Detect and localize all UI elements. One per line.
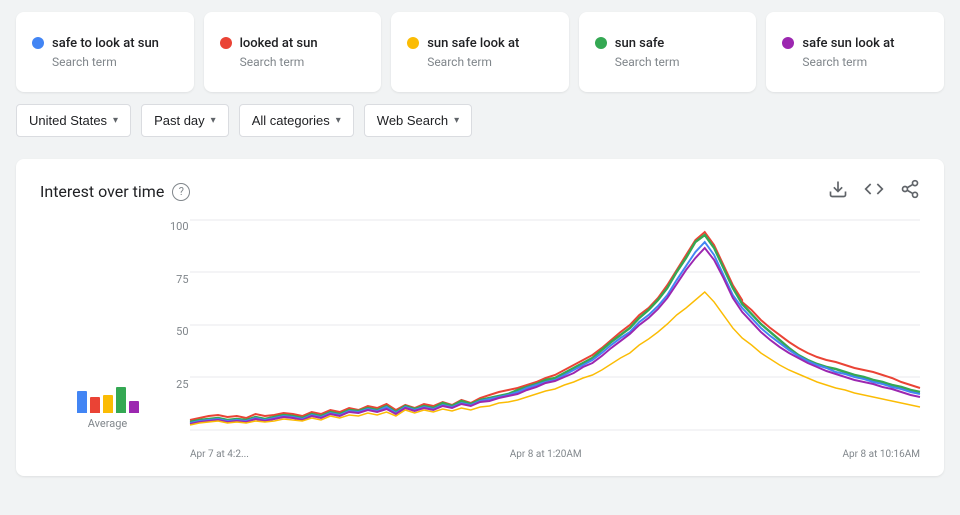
x-label-2: Apr 8 at 1:20AM — [510, 449, 582, 460]
term-subtitle-2: Search term — [220, 55, 366, 69]
avg-bars — [77, 383, 139, 413]
filter-btn-time[interactable]: Past day ▾ — [141, 104, 229, 137]
term-dot-2 — [220, 37, 232, 49]
chart-container: 100 75 50 25 Average — [40, 220, 920, 460]
avg-bar-2 — [90, 397, 100, 413]
chart-title-row: Interest over time ? — [40, 182, 190, 201]
y-label-25: 25 — [176, 378, 188, 391]
term-subtitle-3: Search term — [407, 55, 553, 69]
term-name-1: safe to look at sun — [52, 36, 159, 51]
term-card-2[interactable]: looked at sun Search term — [204, 12, 382, 92]
chart-title: Interest over time — [40, 182, 164, 201]
chart-svg — [190, 220, 920, 430]
line-red — [190, 232, 920, 420]
term-dot-1 — [32, 37, 44, 49]
term-card-1[interactable]: safe to look at sun Search term — [16, 12, 194, 92]
chart-actions — [828, 179, 920, 204]
line-purple — [190, 248, 920, 424]
term-name-2: looked at sun — [240, 36, 318, 51]
avg-bar-3 — [103, 395, 113, 413]
term-name-row-1: safe to look at sun — [32, 36, 178, 51]
x-label-3: Apr 8 at 10:16AM — [843, 449, 920, 460]
line-green — [190, 235, 920, 422]
chevron-icon-category: ▾ — [336, 115, 341, 126]
avg-bar-1 — [77, 391, 87, 413]
y-label-50: 50 — [176, 325, 188, 338]
filter-btn-region[interactable]: United States ▾ — [16, 104, 131, 137]
term-name-4: sun safe — [615, 36, 665, 51]
filter-label-searchtype: Web Search — [377, 113, 448, 128]
term-subtitle-1: Search term — [32, 55, 178, 69]
line-blue — [190, 242, 920, 423]
embed-icon[interactable] — [864, 179, 884, 204]
term-card-4[interactable]: sun safe Search term — [579, 12, 757, 92]
chart-section: Interest over time ? 100 75 50 25 — [16, 159, 944, 476]
filters-row: United States ▾ Past day ▾ All categorie… — [16, 104, 944, 137]
share-icon[interactable] — [900, 179, 920, 204]
term-dot-3 — [407, 37, 419, 49]
terms-row: safe to look at sun Search term looked a… — [16, 12, 944, 92]
term-dot-5 — [782, 37, 794, 49]
y-label-75: 75 — [176, 273, 188, 286]
term-card-5[interactable]: safe sun look at Search term — [766, 12, 944, 92]
chart-svg-area — [190, 220, 920, 430]
term-subtitle-5: Search term — [782, 55, 928, 69]
chevron-icon-searchtype: ▾ — [454, 115, 459, 126]
avg-section: Average — [40, 383, 175, 430]
y-label-100: 100 — [170, 220, 189, 233]
term-name-3: sun safe look at — [427, 36, 519, 51]
x-axis-labels: Apr 7 at 4:2... Apr 8 at 1:20AM Apr 8 at… — [190, 436, 920, 460]
download-icon[interactable] — [828, 179, 848, 204]
term-card-3[interactable]: sun safe look at Search term — [391, 12, 569, 92]
help-icon[interactable]: ? — [172, 183, 190, 201]
term-name-row-5: safe sun look at — [782, 36, 928, 51]
avg-bar-5 — [129, 401, 139, 413]
chevron-icon-time: ▾ — [211, 115, 216, 126]
top-section: safe to look at sun Search term looked a… — [0, 0, 960, 147]
filter-label-category: All categories — [252, 113, 330, 128]
filter-label-time: Past day — [154, 113, 205, 128]
term-subtitle-4: Search term — [595, 55, 741, 69]
chevron-icon-region: ▾ — [113, 115, 118, 126]
term-name-row-4: sun safe — [595, 36, 741, 51]
avg-bar-4 — [116, 387, 126, 413]
term-dot-4 — [595, 37, 607, 49]
line-yellow — [190, 292, 920, 425]
x-label-1: Apr 7 at 4:2... — [190, 449, 249, 460]
chart-header: Interest over time ? — [40, 179, 920, 204]
term-name-row-3: sun safe look at — [407, 36, 553, 51]
term-name-row-2: looked at sun — [220, 36, 366, 51]
filter-label-region: United States — [29, 113, 107, 128]
term-name-5: safe sun look at — [802, 36, 894, 51]
filter-btn-category[interactable]: All categories ▾ — [239, 104, 354, 137]
filter-btn-searchtype[interactable]: Web Search ▾ — [364, 104, 472, 137]
avg-label: Average — [88, 417, 128, 430]
